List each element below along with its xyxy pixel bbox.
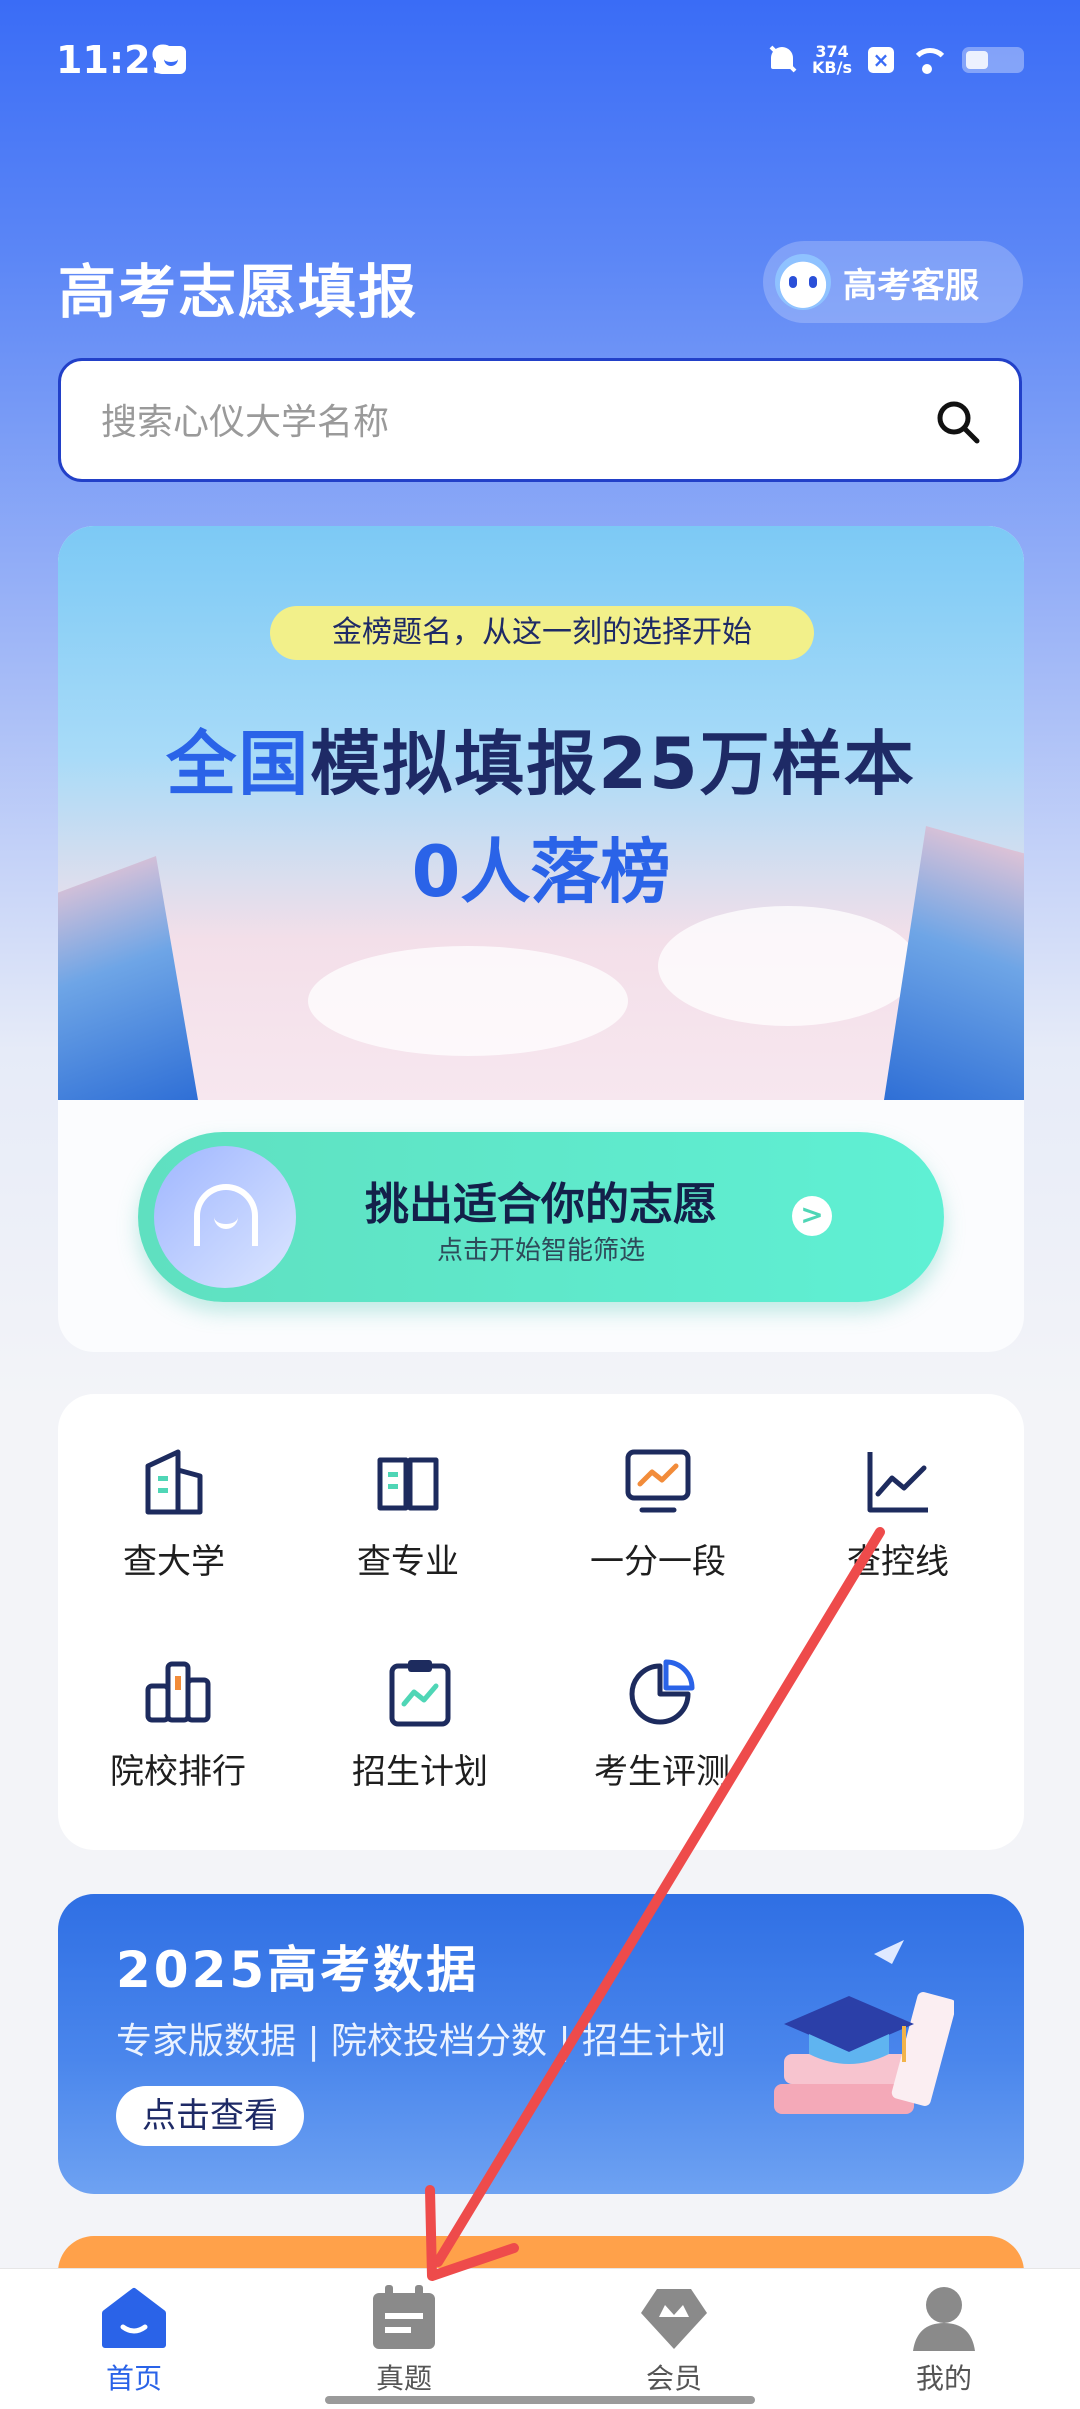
nav-label: 真题 xyxy=(375,2362,432,2395)
feature-label: 院校排行 xyxy=(110,1752,246,1792)
feature-find-university[interactable]: 查大学 xyxy=(74,1446,274,1583)
search-icon[interactable] xyxy=(935,399,981,445)
feature-score-rank[interactable]: 一分一段 xyxy=(558,1446,758,1583)
bell-muted-icon xyxy=(768,45,796,75)
cta-subtitle: 点击开始智能筛选 xyxy=(436,1236,645,1266)
promo-banner-image[interactable]: 金榜题名，从这一刻的选择开始 全国模拟填报25万样本 0人落榜 xyxy=(58,526,1024,1100)
line-chart-icon xyxy=(862,1446,934,1518)
feature-find-major[interactable]: 查专业 xyxy=(308,1446,508,1583)
monitor-chart-icon xyxy=(622,1446,694,1518)
banner-headline-rest: 模拟填报25万样本 xyxy=(310,723,916,805)
customer-service-label: 高考客服 xyxy=(843,265,979,306)
exam-data-banner[interactable]: 2025高考数据 专家版数据 | 院校投档分数 | 招生计划 点击查看 xyxy=(58,1894,1024,2194)
nav-profile[interactable]: 我的 xyxy=(874,2283,1014,2397)
banner-tagline: 金榜题名，从这一刻的选择开始 xyxy=(270,606,814,660)
nav-label: 我的 xyxy=(915,2362,972,2395)
data-banner-subtitle: 专家版数据 | 院校投档分数 | 招生计划 xyxy=(116,2021,727,2062)
home-icon xyxy=(99,2283,169,2353)
nav-membership[interactable]: 会员 xyxy=(604,2283,744,2397)
customer-service-button[interactable]: 高考客服 xyxy=(763,241,1023,323)
crown-icon xyxy=(639,2283,709,2353)
calendar-icon xyxy=(369,2283,439,2353)
feature-ranking[interactable]: 院校排行 xyxy=(78,1656,278,1793)
feature-label: 查控线 xyxy=(847,1542,949,1582)
feature-enrollment-plan[interactable]: 招生计划 xyxy=(320,1656,520,1793)
search-bar[interactable] xyxy=(58,358,1022,482)
user-icon xyxy=(909,2283,979,2353)
ranking-icon xyxy=(142,1656,214,1728)
view-data-button[interactable]: 点击查看 xyxy=(116,2086,304,2146)
smart-filter-button[interactable]: 挑出适合你的志愿 点击开始智能筛选 > xyxy=(138,1132,944,1302)
status-bar: 11:29 374 KB/s × xyxy=(0,0,1080,120)
wifi-icon xyxy=(910,46,946,74)
feature-control-line[interactable]: 查控线 xyxy=(798,1446,998,1583)
graduation-cap-illustration xyxy=(774,1940,954,2114)
data-banner-title: 2025高考数据 xyxy=(116,1941,480,1999)
battery-icon xyxy=(962,47,1024,73)
book-icon xyxy=(372,1446,444,1518)
nav-home[interactable]: 首页 xyxy=(64,2283,204,2397)
nav-label: 首页 xyxy=(105,2362,162,2395)
clipboard-icon xyxy=(384,1656,456,1728)
message-icon xyxy=(156,46,186,74)
net-speed: 374 KB/s xyxy=(812,44,852,76)
status-icons: 374 KB/s × xyxy=(768,44,1024,76)
feature-label: 招生计划 xyxy=(352,1752,488,1792)
robot-icon xyxy=(775,254,831,310)
net-speed-unit: KB/s xyxy=(812,58,852,77)
feature-assessment[interactable]: 考生评测 xyxy=(562,1656,762,1793)
promo-banner-card: 金榜题名，从这一刻的选择开始 全国模拟填报25万样本 0人落榜 挑出适合你的志愿… xyxy=(58,526,1024,1352)
feature-label: 考生评测 xyxy=(594,1752,730,1792)
home-indicator xyxy=(325,2396,755,2404)
nav-exam-papers[interactable]: 真题 xyxy=(334,2283,474,2397)
banner-headline-highlight: 全国 xyxy=(166,723,311,805)
page-title: 高考志愿填报 xyxy=(58,258,419,326)
cloud-decoration xyxy=(658,906,918,1026)
nav-label: 会员 xyxy=(645,2362,702,2395)
pie-chart-icon xyxy=(626,1656,698,1728)
search-input[interactable] xyxy=(99,391,903,453)
cloud-decoration xyxy=(308,946,628,1056)
banner-headline: 全国模拟填报25万样本 xyxy=(58,708,1024,809)
chevron-right-icon: > xyxy=(792,1196,832,1236)
feature-grid: 查大学 查专业 一分一段 查控线 院校排行 招生计划 考生评测 xyxy=(58,1394,1024,1850)
banner-headline-line2: 0人落榜 xyxy=(411,831,671,913)
bottom-nav: 首页 真题 会员 我的 xyxy=(0,2268,1080,2409)
feature-label: 查大学 xyxy=(123,1542,225,1582)
x-icon: × xyxy=(868,47,894,73)
feature-label: 一分一段 xyxy=(590,1542,726,1582)
feature-label: 查专业 xyxy=(357,1542,459,1582)
building-icon xyxy=(138,1446,210,1518)
